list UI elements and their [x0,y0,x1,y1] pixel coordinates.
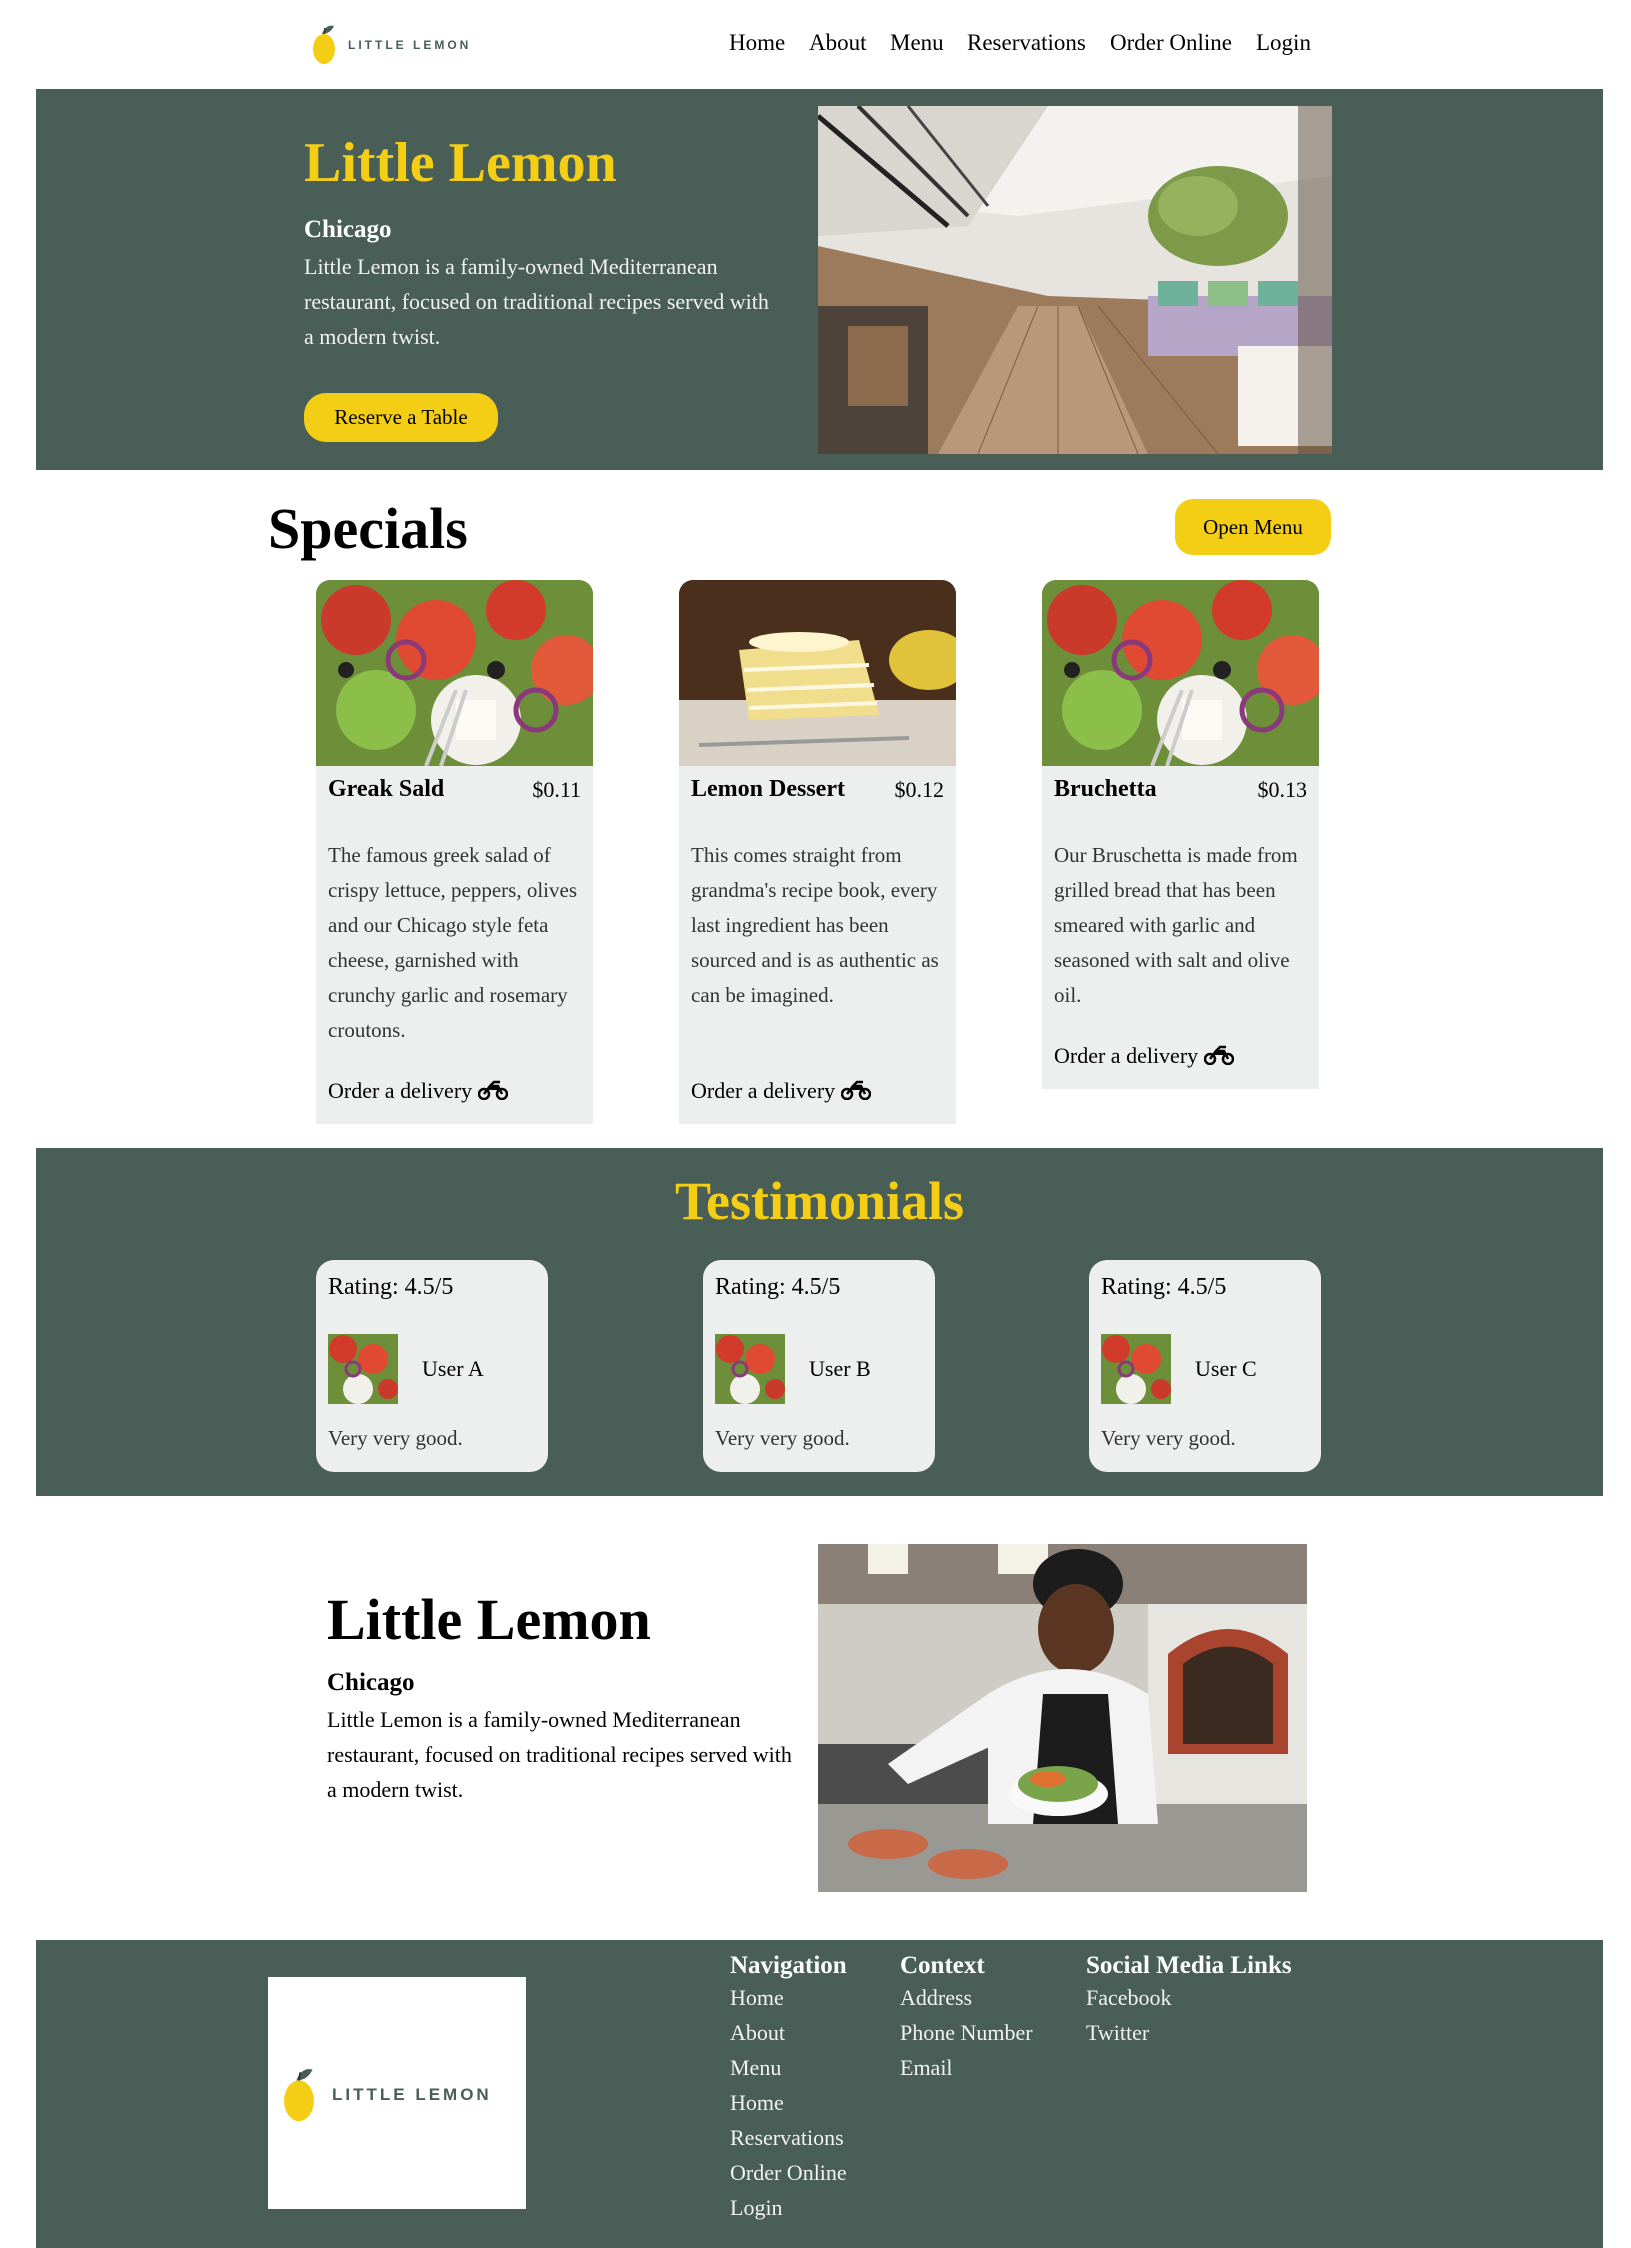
site-header: LITTLE LEMON Home About Menu Reservation… [0,0,1631,90]
testimonial-user: User C [1195,1356,1257,1381]
nav-reservations[interactable]: Reservations [967,30,1086,56]
footer-link-home-2[interactable]: Home [730,2085,847,2120]
testimonial-review: Very very good. [715,1426,850,1450]
motorbike-icon [477,1080,508,1101]
testimonial-card: Rating: 4.5/5 User A Very very good. [316,1260,548,1472]
restaurant-photo [818,106,1332,454]
specials-section: Specials Open Menu Greak Sald $0.11 The … [0,470,1631,1140]
footer-link-order-online[interactable]: Order Online [730,2155,847,2190]
testimonial-card: Rating: 4.5/5 User C Very very good. [1089,1260,1321,1472]
about-description: Little Lemon is a family-owned Mediterra… [327,1707,792,1802]
footer-contact: Context Address Phone Number Email [900,1952,1033,2085]
order-delivery-link[interactable]: Order a delivery [1054,1043,1234,1069]
footer-link-facebook[interactable]: Facebook [1086,1980,1292,2015]
footer-link-twitter[interactable]: Twitter [1086,2015,1292,2050]
card-description: The famous greek salad of crispy lettuce… [328,843,578,1042]
footer-navigation-title: Navigation [730,1952,847,1979]
testimonial-card: Rating: 4.5/5 User B Very very good. [703,1260,935,1472]
footer-link-email[interactable]: Email [900,2050,1033,2085]
logo-text: LITTLE LEMON [332,2085,492,2104]
special-card-bruchetta[interactable]: Bruchetta $0.13 Our Bruschetta is made f… [1042,580,1319,1089]
nav-login[interactable]: Login [1256,30,1311,56]
greek-salad-image [316,580,593,766]
specials-title: Specials [268,496,468,561]
reserve-table-button[interactable]: Reserve a Table [304,393,498,442]
testimonials-title: Testimonials [674,1171,965,1231]
bruchetta-image [1042,580,1319,766]
site-footer: LITTLE LEMON Navigation Home About Menu … [36,1940,1603,2248]
testimonial-review: Very very good. [328,1426,463,1450]
order-delivery-label: Order a delivery [1054,1043,1199,1068]
logo-text: LITTLE LEMON [348,38,472,52]
card-description: This comes straight from grandma's recip… [691,843,939,1007]
special-card-greek-salad[interactable]: Greak Sald $0.11 The famous greek salad … [316,580,593,1124]
testimonials-section: Testimonials Rating: 4.5/5 User A Very v… [36,1148,1603,1496]
testimonial-review: Very very good. [1101,1426,1236,1450]
order-delivery-label: Order a delivery [328,1078,473,1103]
card-price: $0.11 [532,777,581,802]
nav-home[interactable]: Home [729,30,785,56]
footer-link-home[interactable]: Home [730,1980,847,2015]
footer-social-title: Social Media Links [1086,1952,1292,1979]
card-price: $0.13 [1257,777,1308,802]
lemon-logo-icon [313,25,335,64]
about-section: Little Lemon Chicago Little Lemon is a f… [0,1496,1631,1940]
lemon-dessert-image [679,580,956,766]
about-subtitle: Chicago [327,1669,415,1696]
card-description: Our Bruschetta is made from grilled brea… [1054,843,1298,1007]
order-delivery-link[interactable]: Order a delivery [691,1078,871,1104]
avatar [328,1334,398,1404]
nav-about[interactable]: About [809,30,867,56]
hero-description: Little Lemon is a family-owned Mediterra… [304,254,769,349]
footer-logo[interactable]: LITTLE LEMON [268,1977,526,2209]
card-title: Lemon Dessert [691,776,845,802]
testimonial-user: User B [809,1356,871,1381]
testimonial-user: User A [422,1356,484,1381]
footer-link-menu[interactable]: Menu [730,2050,847,2085]
open-menu-button[interactable]: Open Menu [1175,499,1331,555]
card-title: Greak Sald [328,776,445,802]
order-delivery-link[interactable]: Order a delivery [328,1078,508,1104]
lemon-logo-icon [284,2069,314,2122]
chef-photo [818,1544,1307,1892]
avatar [715,1334,785,1404]
footer-link-login[interactable]: Login [730,2190,847,2225]
about-title: Little Lemon [327,1587,651,1652]
card-title: Bruchetta [1054,776,1157,802]
nav-menu[interactable]: Menu [890,30,944,56]
hero-section: Little Lemon Chicago Little Lemon is a f… [36,89,1603,470]
footer-navigation: Navigation Home About Menu Home Reservat… [730,1952,847,2225]
testimonial-rating: Rating: 4.5/5 [715,1274,841,1300]
hero-title: Little Lemon [304,132,617,194]
footer-contact-title: Context [900,1952,985,1979]
nav-order-online[interactable]: Order Online [1110,30,1232,56]
footer-link-address[interactable]: Address [900,1980,1033,2015]
hero-subtitle: Chicago [304,216,392,243]
testimonial-rating: Rating: 4.5/5 [328,1274,454,1300]
header-logo[interactable]: LITTLE LEMON [310,20,480,68]
motorbike-icon [1203,1045,1234,1066]
footer-social: Social Media Links Facebook Twitter [1086,1952,1292,2050]
avatar [1101,1334,1171,1404]
order-delivery-label: Order a delivery [691,1078,836,1103]
special-card-lemon-dessert[interactable]: Lemon Dessert $0.12 This comes straight … [679,580,956,1124]
footer-link-phone[interactable]: Phone Number [900,2015,1033,2050]
footer-link-about[interactable]: About [730,2015,847,2050]
testimonial-rating: Rating: 4.5/5 [1101,1274,1227,1300]
motorbike-icon [840,1080,871,1101]
footer-link-reservations[interactable]: Reservations [730,2120,847,2155]
card-price: $0.12 [894,777,945,802]
